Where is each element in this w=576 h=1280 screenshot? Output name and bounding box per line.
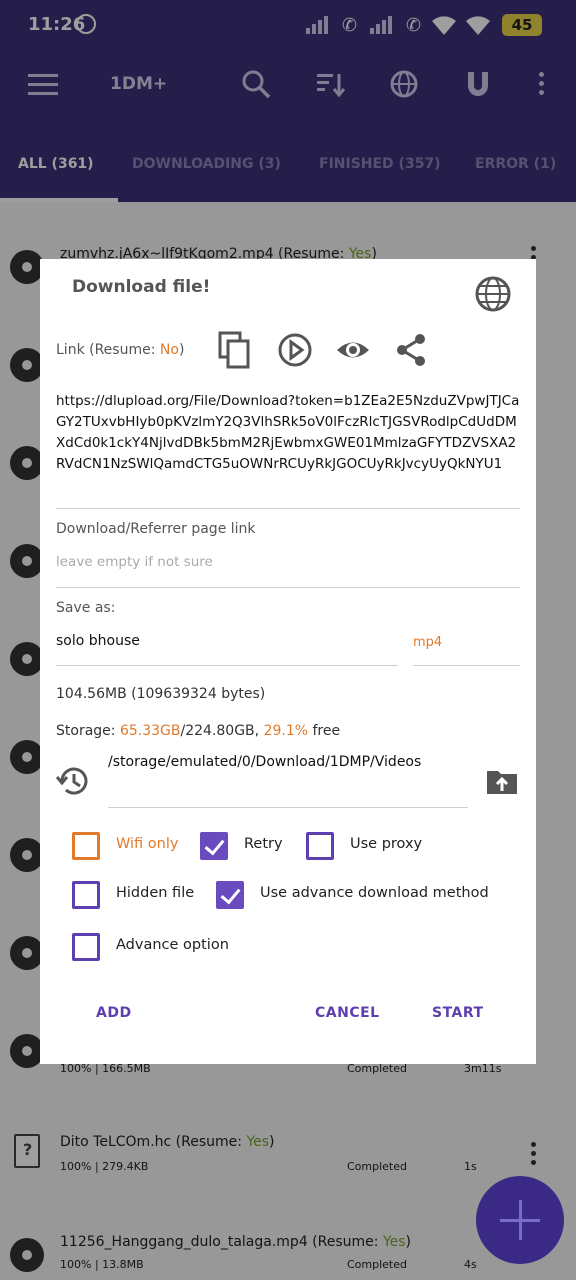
- hidden-file-label[interactable]: Hidden file: [116, 885, 194, 901]
- dialog-title: Download file!: [72, 277, 211, 297]
- cancel-button[interactable]: CANCEL: [315, 1005, 380, 1021]
- retry-label[interactable]: Retry: [244, 836, 283, 852]
- filename-input[interactable]: solo bhouse: [56, 633, 140, 649]
- filename-underline: [56, 665, 398, 666]
- file-size: 104.56MB (109639324 bytes): [56, 686, 266, 702]
- link-label: Link (Resume: No): [56, 342, 185, 358]
- start-button[interactable]: START: [432, 1005, 484, 1021]
- advance-method-label[interactable]: Use advance download method: [260, 885, 489, 901]
- use-proxy-label[interactable]: Use proxy: [350, 836, 422, 852]
- extension-input[interactable]: mp4: [413, 635, 442, 650]
- history-icon[interactable]: [56, 764, 90, 798]
- referrer-label: Download/Referrer page link: [56, 521, 256, 537]
- wifi-only-checkbox[interactable]: [72, 832, 100, 860]
- path-underline: [108, 807, 468, 808]
- copy-icon[interactable]: [218, 331, 252, 369]
- extension-underline: [413, 665, 520, 666]
- add-button[interactable]: ADD: [96, 1005, 132, 1021]
- browser-icon[interactable]: [474, 275, 512, 313]
- referrer-input[interactable]: leave empty if not sure: [56, 554, 213, 570]
- share-icon[interactable]: [394, 331, 428, 369]
- wifi-only-label[interactable]: Wifi only: [116, 836, 178, 852]
- referrer-underline: [56, 587, 520, 588]
- retry-checkbox[interactable]: [200, 832, 228, 860]
- save-as-label: Save as:: [56, 600, 116, 616]
- advance-option-label[interactable]: Advance option: [116, 937, 229, 953]
- download-url[interactable]: https://dlupload.org/File/Download?token…: [56, 391, 522, 475]
- save-path[interactable]: /storage/emulated/0/Download/1DMP/Videos: [108, 752, 468, 773]
- advance-option-checkbox[interactable]: [72, 933, 100, 961]
- play-icon[interactable]: [278, 331, 312, 369]
- use-proxy-checkbox[interactable]: [306, 832, 334, 860]
- storage-info: Storage: 65.33GB/224.80GB, 29.1% free: [56, 723, 341, 739]
- hidden-file-checkbox[interactable]: [72, 881, 100, 909]
- advance-method-checkbox[interactable]: [216, 881, 244, 909]
- divider: [56, 508, 520, 509]
- add-download-fab[interactable]: [476, 1176, 564, 1264]
- folder-upload-icon[interactable]: [486, 767, 518, 795]
- preview-eye-icon[interactable]: [336, 331, 370, 369]
- download-dialog: Download file! Link (Resume: No) https:/…: [40, 259, 536, 1064]
